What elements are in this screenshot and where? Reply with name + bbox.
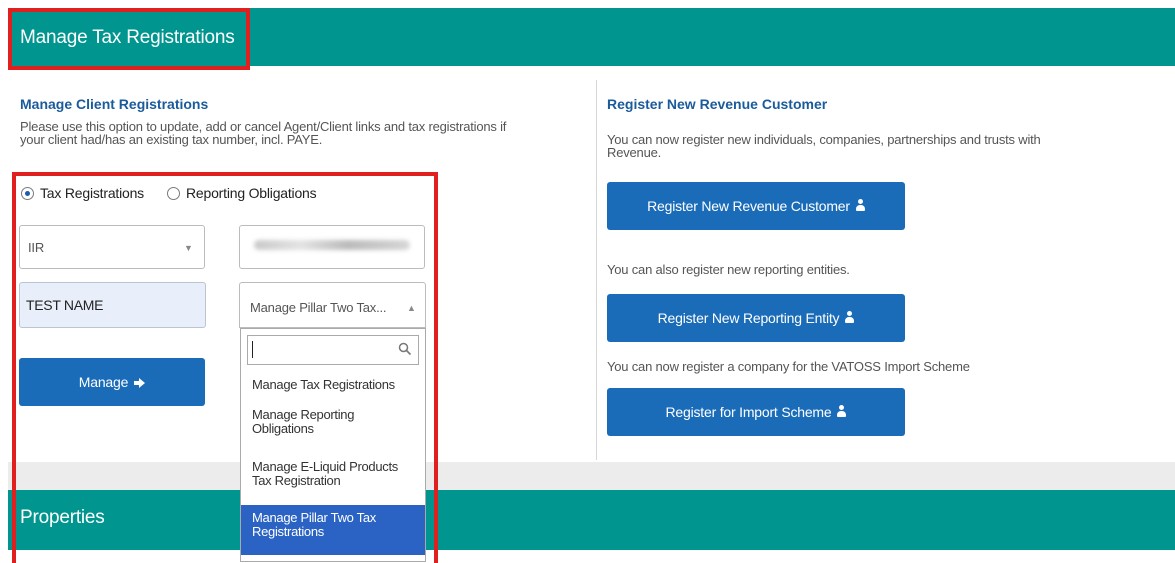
manage-client-registrations-heading: Manage Client Registrations: [20, 96, 209, 112]
description-line: your client had/has an existing tax numb…: [20, 132, 323, 147]
text-cursor: [252, 341, 253, 358]
dropdown-option-selected[interactable]: Manage Pillar Two Tax Registrations: [241, 505, 425, 555]
register-description: You can now register new individuals, co…: [607, 133, 1147, 159]
page-title: Manage Tax Registrations: [20, 27, 235, 48]
dropdown-option[interactable]: Manage E-Liquid Products Tax Registratio…: [241, 456, 425, 502]
reporting-entities-text: You can also register new reporting enti…: [607, 262, 850, 277]
manage-client-description: Please use this option to update, add or…: [20, 120, 590, 146]
vatoss-text: You can now register a company for the V…: [607, 359, 970, 374]
option-line: Registrations: [252, 524, 324, 539]
option-line: Manage Pillar Two Tax: [252, 510, 377, 525]
dropdown-search-input[interactable]: [247, 335, 419, 365]
dropdown-option[interactable]: Manage Tax Registrations: [241, 372, 425, 398]
description-line: You can now register new individuals, co…: [607, 132, 1041, 147]
person-icon: [845, 311, 855, 324]
register-new-revenue-customer-button[interactable]: Register New Revenue Customer: [607, 182, 905, 230]
register-customer-label: Register New Revenue Customer: [647, 198, 850, 214]
register-new-reporting-entity-button[interactable]: Register New Reporting Entity: [607, 294, 905, 342]
import-scheme-label: Register for Import Scheme: [665, 404, 832, 420]
register-entity-label: Register New Reporting Entity: [657, 310, 840, 326]
person-icon: [855, 199, 865, 212]
option-line: Manage E-Liquid Products: [252, 459, 399, 474]
description-line: Revenue.: [607, 145, 662, 160]
option-line: Manage Tax Registrations: [252, 377, 395, 392]
option-line: Manage Reporting: [252, 407, 355, 422]
option-line: Tax Registration: [252, 473, 341, 488]
section-divider: [596, 80, 597, 460]
register-import-scheme-button[interactable]: Register for Import Scheme: [607, 388, 905, 436]
dropdown-option[interactable]: Manage Reporting Obligations: [241, 404, 425, 450]
person-icon: [837, 405, 847, 418]
magnifier-icon: [398, 342, 412, 356]
option-line: Obligations: [252, 421, 314, 436]
register-new-revenue-customer-heading: Register New Revenue Customer: [607, 96, 828, 112]
